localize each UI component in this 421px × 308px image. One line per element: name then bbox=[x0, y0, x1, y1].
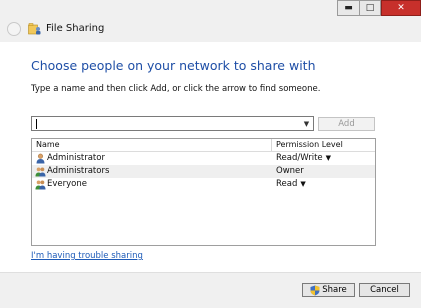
group-icon bbox=[35, 167, 46, 177]
permission-dropdown[interactable]: Read/Write ▼ bbox=[276, 153, 331, 163]
maximize-button[interactable]: □ bbox=[359, 0, 381, 16]
instruction-text: Type a name and then click Add, or click… bbox=[31, 84, 321, 94]
file-sharing-icon bbox=[28, 23, 41, 35]
footer-bar bbox=[0, 272, 421, 308]
trouble-sharing-link[interactable]: I'm having trouble sharing bbox=[31, 251, 143, 261]
page-heading: Choose people on your network to share w… bbox=[31, 58, 316, 73]
name-combobox[interactable]: ▼ bbox=[31, 116, 314, 131]
shield-icon bbox=[310, 285, 320, 295]
table-header: Name Permission Level bbox=[32, 139, 375, 152]
window-controls: ▬ □ ✕ bbox=[337, 0, 421, 16]
share-button-label: Share bbox=[322, 285, 347, 295]
row-name: Everyone bbox=[47, 179, 87, 189]
user-icon bbox=[36, 153, 45, 164]
chevron-down-icon[interactable]: ▼ bbox=[326, 154, 331, 162]
add-button[interactable]: Add bbox=[318, 117, 375, 131]
back-button[interactable] bbox=[7, 22, 21, 36]
permission-level: Read bbox=[276, 179, 298, 189]
permission-level: Read/Write bbox=[276, 153, 323, 163]
column-header-permission-level[interactable]: Permission Level bbox=[276, 140, 343, 149]
table-row[interactable]: Everyone Read ▼ bbox=[32, 178, 375, 191]
table-row[interactable]: Administrators Owner bbox=[32, 165, 375, 178]
sharing-table: Name Permission Level Administrator Read… bbox=[31, 138, 376, 246]
column-header-name[interactable]: Name bbox=[36, 140, 60, 149]
minimize-button[interactable]: ▬ bbox=[337, 0, 359, 16]
text-caret bbox=[36, 119, 37, 129]
name-input[interactable] bbox=[32, 117, 298, 130]
chevron-down-icon[interactable]: ▼ bbox=[301, 118, 312, 129]
file-sharing-window: ▬ □ ✕ File Sharing Choose people on your… bbox=[0, 0, 421, 308]
row-name: Administrators bbox=[47, 166, 110, 176]
chevron-down-icon[interactable]: ▼ bbox=[300, 180, 305, 188]
share-button[interactable]: Share bbox=[302, 283, 355, 297]
permission-dropdown[interactable]: Read ▼ bbox=[276, 179, 306, 189]
row-name: Administrator bbox=[47, 153, 105, 163]
window-title: File Sharing bbox=[46, 23, 105, 34]
group-icon bbox=[35, 180, 46, 190]
title-bar: ▬ □ ✕ File Sharing bbox=[0, 0, 421, 42]
cancel-button[interactable]: Cancel bbox=[359, 283, 410, 297]
close-button[interactable]: ✕ bbox=[381, 0, 421, 16]
permission-level: Owner bbox=[276, 166, 304, 176]
column-divider[interactable] bbox=[271, 139, 272, 151]
table-row[interactable]: Administrator Read/Write ▼ bbox=[32, 152, 375, 165]
